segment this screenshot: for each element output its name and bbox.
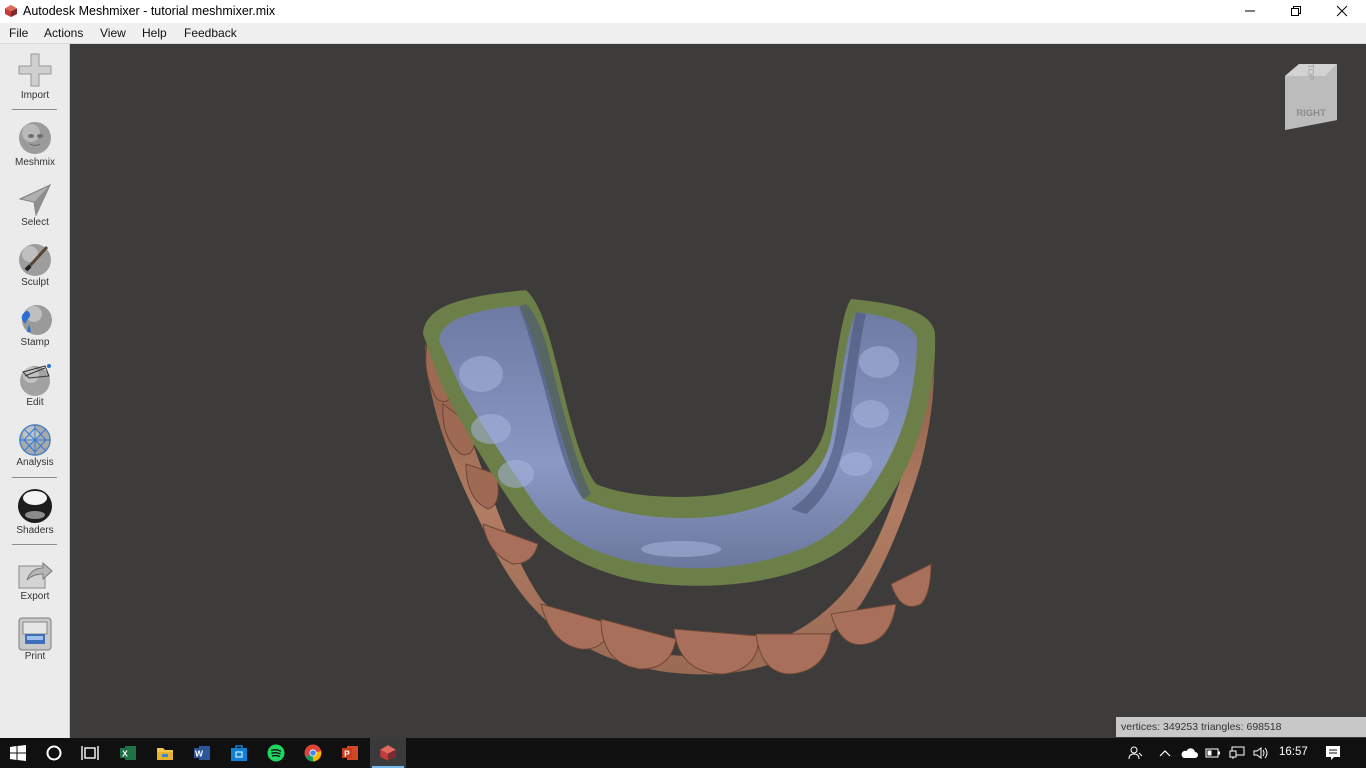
network-button[interactable] bbox=[1226, 738, 1248, 768]
taskbar-file-explorer[interactable] bbox=[147, 738, 183, 768]
svg-text:P: P bbox=[344, 749, 350, 759]
toolbar-divider bbox=[12, 477, 57, 478]
show-hidden-icons-button[interactable] bbox=[1154, 738, 1176, 768]
sculpt-button[interactable]: Sculpt bbox=[0, 242, 70, 292]
stamp-label: Stamp bbox=[20, 337, 50, 348]
minimize-button[interactable] bbox=[1227, 0, 1273, 22]
menu-help[interactable]: Help bbox=[142, 26, 167, 40]
windows-icon bbox=[10, 745, 26, 761]
task-view-icon bbox=[81, 746, 99, 760]
toolbar-divider bbox=[12, 109, 57, 110]
dental-model-mesh[interactable] bbox=[71, 44, 1366, 738]
mesh-stats-status: vertices: 349253 triangles: 698518 bbox=[1116, 717, 1366, 737]
onedrive-button[interactable] bbox=[1178, 738, 1200, 768]
menu-file[interactable]: File bbox=[9, 26, 28, 40]
cloud-icon bbox=[1181, 748, 1198, 758]
meshmixer-icon bbox=[380, 745, 396, 761]
export-button[interactable]: Export bbox=[0, 556, 70, 606]
volume-button[interactable] bbox=[1250, 738, 1272, 768]
taskbar: X W P 16:57 bbox=[0, 738, 1366, 768]
mesh-sphere-icon bbox=[19, 424, 51, 456]
meshmix-label: Meshmix bbox=[14, 157, 55, 168]
sculpt-label: Sculpt bbox=[21, 277, 49, 288]
import-button[interactable]: Import bbox=[0, 52, 70, 104]
restore-button[interactable] bbox=[1273, 0, 1319, 22]
close-icon bbox=[1336, 5, 1348, 17]
network-icon bbox=[1229, 746, 1245, 759]
plus-icon bbox=[18, 53, 52, 87]
chrome-icon bbox=[304, 744, 322, 762]
taskbar-powerpoint[interactable]: P bbox=[332, 738, 368, 768]
menu-actions[interactable]: Actions bbox=[44, 26, 83, 40]
svg-text:W: W bbox=[195, 749, 204, 759]
export-icon bbox=[18, 561, 53, 589]
select-button[interactable]: Select bbox=[0, 182, 70, 232]
taskbar-store[interactable] bbox=[221, 738, 257, 768]
analysis-button[interactable]: Analysis bbox=[0, 422, 70, 472]
viewcube-face-label: RIGHT bbox=[1296, 108, 1326, 119]
speaker-icon bbox=[1253, 747, 1268, 759]
menu-view[interactable]: View bbox=[100, 26, 126, 40]
menu-feedback[interactable]: Feedback bbox=[184, 26, 237, 40]
svg-text:X: X bbox=[122, 749, 128, 759]
shaders-button[interactable]: Shaders bbox=[0, 488, 70, 540]
taskbar-meshmixer[interactable] bbox=[370, 738, 406, 768]
meshmix-button[interactable]: Meshmix bbox=[0, 120, 70, 172]
close-button[interactable] bbox=[1319, 0, 1365, 22]
spotify-icon bbox=[267, 744, 285, 762]
minimize-icon bbox=[1245, 10, 1255, 12]
edit-label: Edit bbox=[26, 397, 44, 408]
edit-sphere-icon bbox=[20, 364, 51, 396]
view-cube[interactable]: TOP RIGHT bbox=[1281, 62, 1343, 134]
brush-sphere-icon bbox=[19, 244, 51, 276]
meshmixer-logo-icon bbox=[5, 5, 17, 17]
taskbar-spotify[interactable] bbox=[258, 738, 294, 768]
print-button[interactable]: Print bbox=[0, 616, 70, 666]
powerpoint-icon: P bbox=[342, 746, 358, 760]
window-title: Autodesk Meshmixer - tutorial meshmixer.… bbox=[23, 4, 276, 18]
excel-icon: X bbox=[120, 746, 136, 760]
edit-button[interactable]: Edit bbox=[0, 362, 70, 412]
head-sphere-icon bbox=[19, 122, 51, 154]
select-label: Select bbox=[21, 217, 49, 228]
chevron-up-icon bbox=[1159, 750, 1171, 757]
export-label: Export bbox=[20, 591, 50, 602]
printer-icon bbox=[18, 617, 52, 651]
store-icon bbox=[231, 745, 247, 761]
battery-icon bbox=[1205, 748, 1220, 758]
stamp-sphere-icon bbox=[21, 305, 52, 335]
shaders-label: Shaders bbox=[16, 525, 54, 536]
action-center-button[interactable] bbox=[1322, 738, 1344, 768]
import-label: Import bbox=[20, 90, 50, 101]
people-button[interactable] bbox=[1125, 738, 1147, 768]
taskbar-excel[interactable]: X bbox=[110, 738, 146, 768]
cortana-icon bbox=[46, 745, 62, 761]
chrome-sphere-icon bbox=[18, 489, 52, 523]
start-button[interactable] bbox=[0, 738, 36, 768]
toolbar-divider bbox=[12, 544, 57, 545]
people-icon bbox=[1128, 746, 1143, 760]
stamp-button[interactable]: Stamp bbox=[0, 302, 70, 352]
taskbar-clock[interactable]: 16:57 bbox=[1279, 746, 1308, 758]
analysis-label: Analysis bbox=[16, 457, 54, 468]
search-button[interactable] bbox=[36, 738, 72, 768]
taskbar-chrome[interactable] bbox=[295, 738, 331, 768]
3d-viewport[interactable]: TOP RIGHT vertices: 349253 triangles: 69… bbox=[71, 44, 1366, 738]
menu-bar: File Actions View Help Feedback bbox=[0, 23, 1366, 44]
task-view-button[interactable] bbox=[72, 738, 108, 768]
word-icon: W bbox=[194, 746, 210, 760]
battery-button[interactable] bbox=[1202, 738, 1224, 768]
arrow-pointer-icon bbox=[18, 183, 52, 217]
notification-icon bbox=[1326, 746, 1340, 760]
restore-icon bbox=[1291, 6, 1301, 16]
taskbar-word[interactable]: W bbox=[184, 738, 220, 768]
folder-icon bbox=[157, 748, 173, 760]
tool-sidebar: Import Meshmix Select Sculpt Stamp Edit … bbox=[0, 44, 70, 738]
print-label: Print bbox=[24, 651, 46, 662]
viewcube-top-label: TOP bbox=[1306, 64, 1315, 80]
title-bar: Autodesk Meshmixer - tutorial meshmixer.… bbox=[0, 0, 1366, 23]
